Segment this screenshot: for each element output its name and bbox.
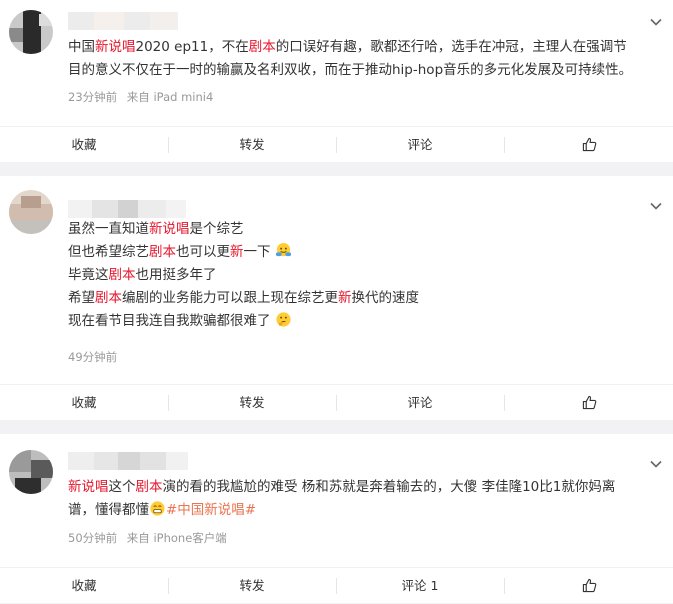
username[interactable] (68, 12, 178, 30)
chevron-down-icon[interactable] (648, 198, 664, 214)
comment-line: 现在看节目我连自我欺骗都很难了 (68, 310, 658, 333)
thumbs-up-icon (582, 578, 596, 593)
repost-button[interactable]: 转发 (168, 127, 336, 163)
keyword-highlight[interactable]: 新 (338, 290, 352, 306)
comment-line: 新说唱这个剧本演的看的我尴尬的难受 杨和苏就是奔着输去的，大傻 李佳隆10比1就… (68, 476, 658, 499)
text-segment: 但也希望综艺 (68, 244, 149, 260)
hug-emoji (275, 242, 291, 257)
keyword-highlight[interactable]: 新 (230, 244, 244, 260)
comment-meta: 50分钟前 来自 iPhone客户端 (68, 530, 233, 546)
comment-button[interactable]: 评论 (336, 127, 504, 163)
text-segment: 现在看节目我连自我欺骗都很难了 (68, 313, 271, 329)
text-segment: 演的看的我尴尬的难受 杨和苏就是奔着输去的，大傻 李佳隆10比1就你妈离 (162, 479, 616, 495)
comment-card: 虽然一直知道新说唱是个综艺 但也希望综艺剧本也可以更新一下 毕竟这剧本也用挺多年了… (0, 176, 673, 420)
text-segment: 的口误好有趣，歌都还行哈，选手在冲冠，主理人在强调节 (275, 39, 627, 55)
comment-button[interactable]: 评论 (336, 385, 504, 421)
like-button[interactable] (505, 127, 673, 163)
keyword-highlight[interactable]: 新说唱 (68, 479, 109, 495)
keyword-highlight[interactable]: 剧本 (136, 479, 163, 495)
username[interactable] (68, 452, 188, 470)
thumbs-up-icon (582, 137, 596, 152)
like-button[interactable] (505, 568, 673, 604)
keyword-highlight[interactable]: 剧本 (109, 267, 136, 283)
action-bar: 收藏 转发 评论 1 (0, 567, 673, 604)
thumbs-up-icon (582, 395, 596, 410)
avatar[interactable] (9, 190, 53, 234)
avatar[interactable] (9, 10, 53, 54)
text-segment: 毕竟这 (68, 267, 109, 283)
keyword-highlight[interactable]: 剧本 (149, 244, 176, 260)
comment-meta: 49分钟前 (68, 349, 123, 365)
chevron-down-icon[interactable] (648, 456, 664, 472)
username[interactable] (68, 200, 186, 218)
comment-text: 虽然一直知道新说唱是个综艺 但也希望综艺剧本也可以更新一下 毕竟这剧本也用挺多年了… (68, 218, 658, 333)
comment-card: 新说唱这个剧本演的看的我尴尬的难受 杨和苏就是奔着输去的，大傻 李佳隆10比1就… (0, 434, 673, 603)
keyword-highlight[interactable]: 新说唱 (149, 221, 190, 237)
text-segment: 2020 ep11，不在 (135, 39, 249, 55)
action-bar: 收藏 转发 评论 (0, 126, 673, 163)
text-segment: 换代的速度 (351, 290, 420, 306)
repost-button[interactable]: 转发 (168, 568, 336, 604)
source: 来自 iPhone客户端 (126, 531, 227, 545)
text-segment: 虽然一直知道 (68, 221, 149, 237)
comment-line: 中国新说唱2020 ep11，不在剧本的口误好有趣，歌都还行哈，选手在冲冠，主理… (68, 36, 658, 59)
comment-meta: 23分钟前 来自 iPad mini4 (68, 89, 219, 105)
action-bar: 收藏 转发 评论 (0, 384, 673, 421)
text-segment: 一下 (243, 244, 271, 260)
source: 来自 iPad mini4 (126, 90, 214, 104)
keyword-highlight[interactable]: 剧本 (249, 39, 276, 55)
favorite-button[interactable]: 收藏 (0, 385, 168, 421)
repost-button[interactable]: 转发 (168, 385, 336, 421)
text-segment: 这个 (108, 479, 136, 495)
text-segment: 也可以更 (176, 244, 230, 260)
timestamp: 23分钟前 (68, 90, 118, 104)
keyword-highlight[interactable]: 剧本 (95, 290, 122, 306)
keyword-highlight[interactable]: 新说唱 (95, 39, 136, 55)
timestamp: 49分钟前 (68, 350, 118, 364)
comment-button[interactable]: 评论 1 (336, 568, 504, 604)
text-segment: 中国 (68, 39, 95, 55)
text-segment: 希望 (68, 290, 95, 306)
comment-line: 虽然一直知道新说唱是个综艺 (68, 218, 658, 241)
comment-text: 中国新说唱2020 ep11，不在剧本的口误好有趣，歌都还行哈，选手在冲冠，主理… (68, 36, 658, 82)
text-segment: 是个综艺 (189, 221, 244, 237)
text-segment: 谱，懂得都懂 (68, 502, 149, 518)
favorite-button[interactable]: 收藏 (0, 568, 168, 604)
comment-card: 中国新说唱2020 ep11，不在剧本的口误好有趣，歌都还行哈，选手在冲冠，主理… (0, 0, 673, 162)
comment-text: 新说唱这个剧本演的看的我尴尬的难受 杨和苏就是奔着输去的，大傻 李佳隆10比1就… (68, 476, 658, 522)
avatar[interactable] (9, 450, 53, 494)
text-segment: 也用挺多年了 (135, 267, 217, 283)
thinking-emoji (276, 312, 291, 327)
text-segment: 目的意义不仅在于一时的输赢及名利双收，而在于推动hip-hop音乐的多元化发展及… (68, 62, 633, 78)
comment-line: 但也希望综艺剧本也可以更新一下 (68, 241, 658, 264)
text-segment: 编剧的业务能力可以跟上现在综艺更 (122, 290, 338, 306)
comment-line: 目的意义不仅在于一时的输赢及名利双收，而在于推动hip-hop音乐的多元化发展及… (68, 59, 658, 82)
favorite-button[interactable]: 收藏 (0, 127, 168, 163)
comment-line: 希望剧本编剧的业务能力可以跟上现在综艺更新换代的速度 (68, 287, 658, 310)
topic-link[interactable]: #中国新说唱# (166, 502, 256, 518)
chevron-down-icon[interactable] (648, 14, 664, 30)
like-button[interactable] (505, 385, 673, 421)
comment-line: 毕竟这剧本也用挺多年了 (68, 264, 658, 287)
grin-emoji (150, 501, 165, 516)
comment-line: 谱，懂得都懂 #中国新说唱# (68, 499, 658, 522)
timestamp: 50分钟前 (68, 531, 118, 545)
